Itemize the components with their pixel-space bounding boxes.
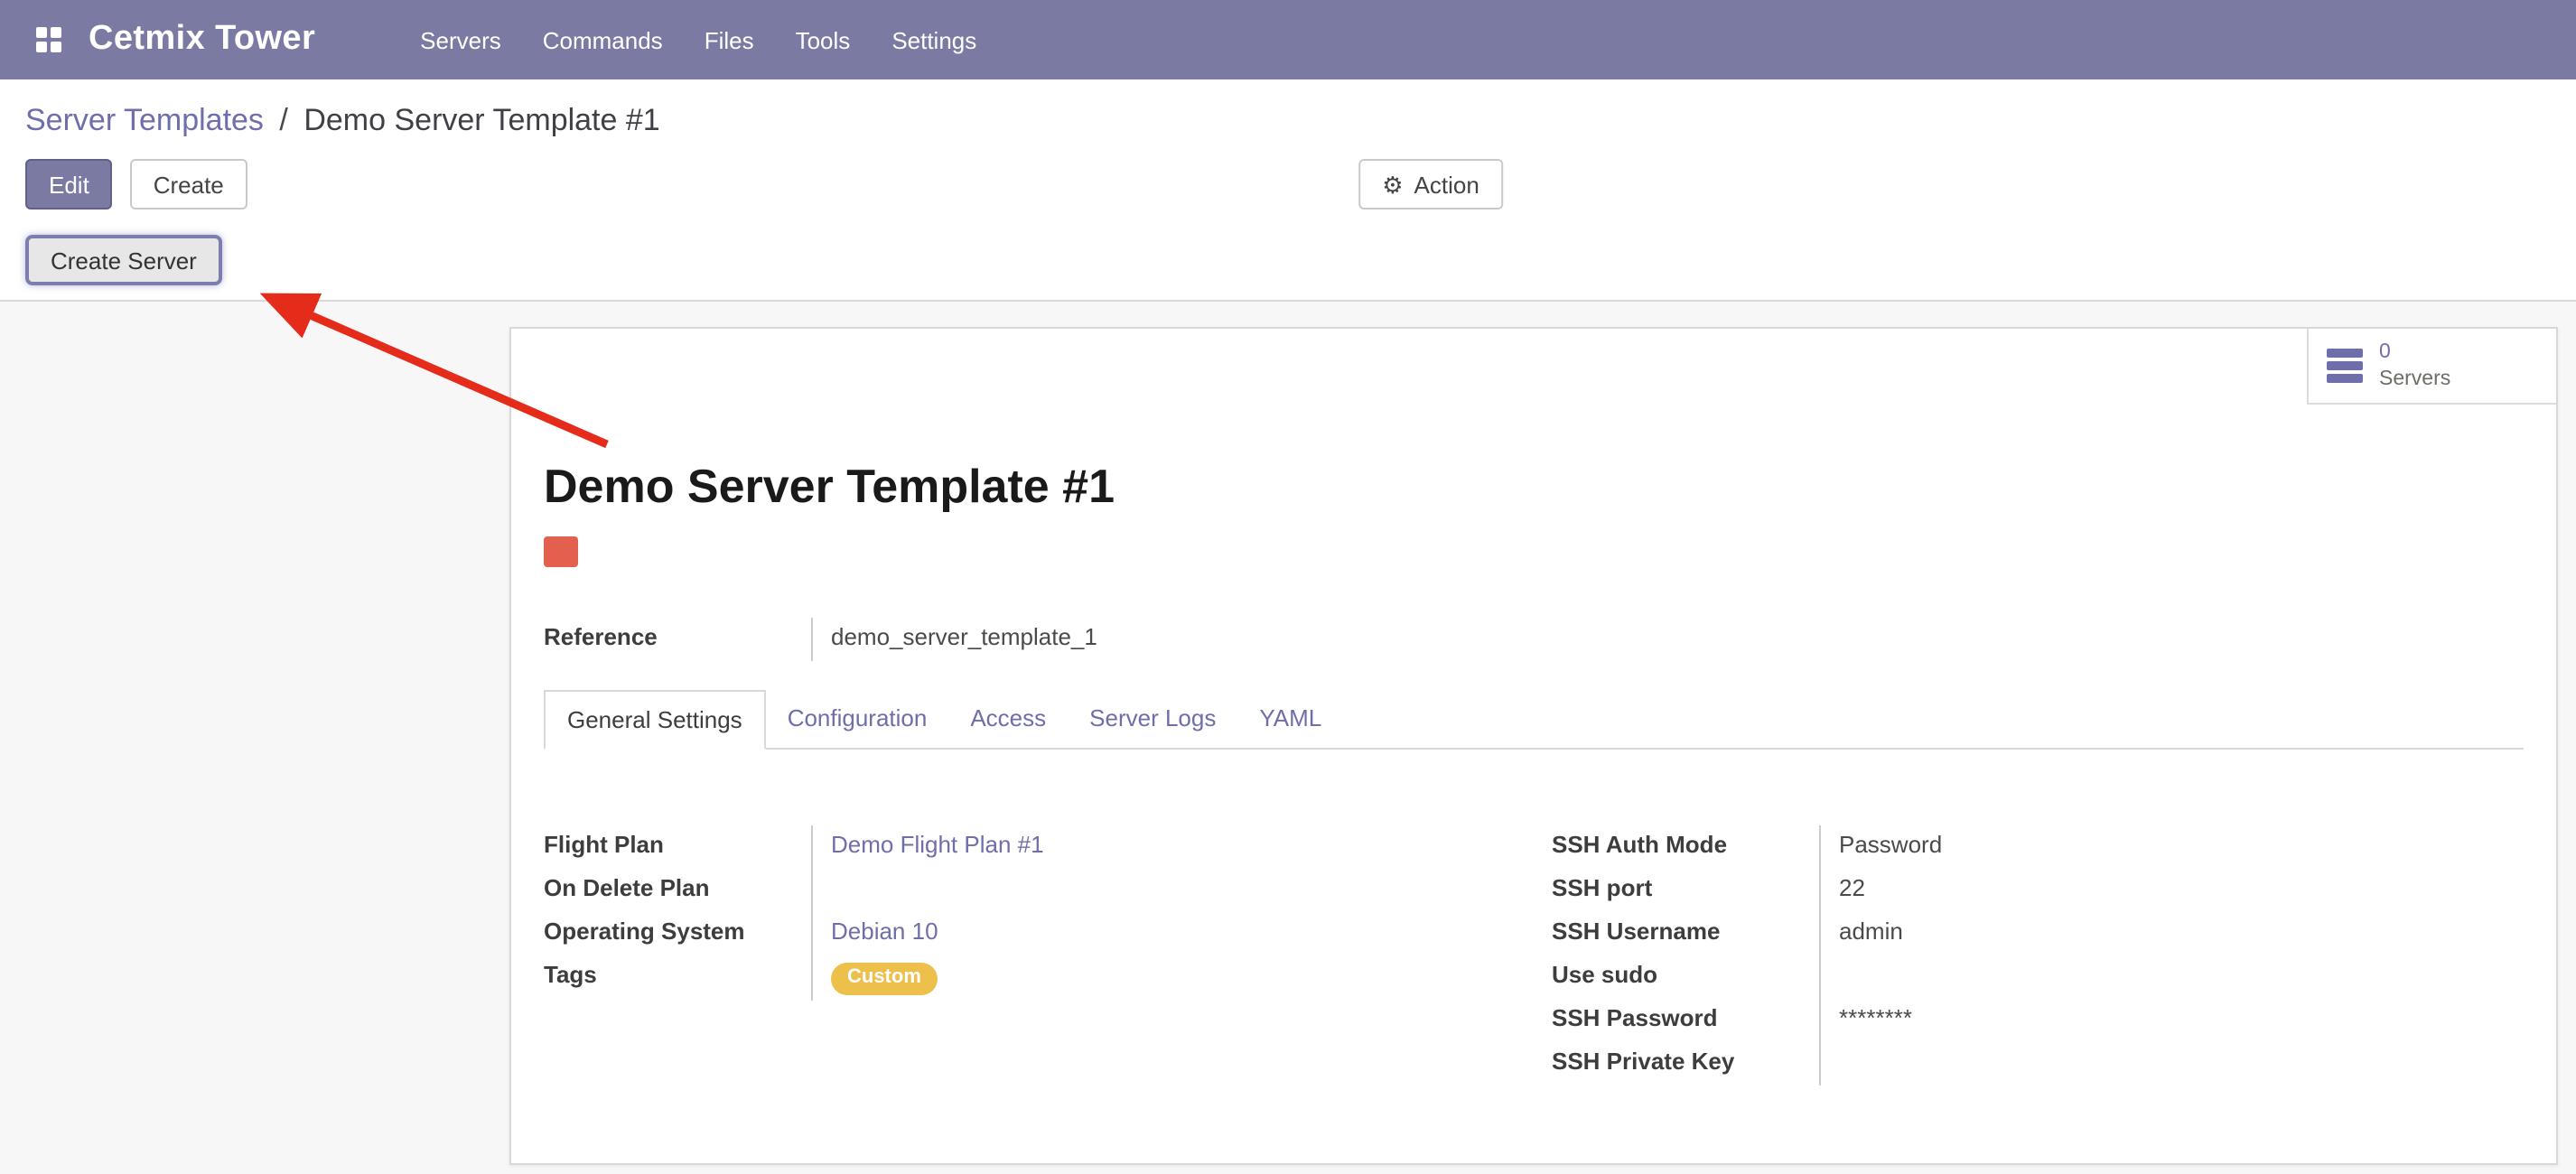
servers-icon [2327, 349, 2363, 383]
servers-stat-text: 0 Servers [2379, 339, 2450, 393]
create-server-row: Create Server [0, 235, 2576, 300]
record-title: Demo Server Template #1 [544, 459, 2524, 513]
tags-label: Tags [544, 955, 811, 1001]
field-ssh-auth-mode: SSH Auth Mode Password [1552, 825, 2524, 869]
reference-value: demo_server_template_1 [811, 618, 1535, 661]
field-tags: Tags Custom [544, 955, 1516, 1001]
apps-grid-icon[interactable] [25, 16, 72, 63]
nav-item-files[interactable]: Files [701, 19, 758, 61]
apps-grid-square [36, 42, 47, 52]
nav-menu: Servers Commands Files Tools Settings [416, 19, 980, 61]
stat-button-box: 0 Servers [511, 329, 2556, 405]
breadcrumb-parent-link[interactable]: Server Templates [25, 103, 264, 137]
field-on-delete-plan: On Delete Plan [544, 869, 1516, 912]
tab-general-settings[interactable]: General Settings [544, 690, 766, 750]
left-field-group: Flight Plan Demo Flight Plan #1 On Delet… [544, 825, 1516, 1085]
gear-icon: ⚙ [1382, 172, 1403, 196]
apps-grid-square [51, 27, 61, 38]
servers-count-label: Servers [2379, 366, 2450, 393]
ssh-private-key-label: SSH Private Key [1552, 1042, 1819, 1085]
ssh-username-value: admin [1819, 912, 2524, 955]
ssh-password-label: SSH Password [1552, 999, 1819, 1042]
ssh-private-key-value [1819, 1042, 2524, 1085]
breadcrumb-separator: / [279, 103, 287, 137]
control-panel: Server Templates / Demo Server Template … [0, 79, 2576, 302]
ssh-port-label: SSH port [1552, 869, 1819, 912]
field-ssh-password: SSH Password ******** [1552, 999, 2524, 1042]
apps-grid-square [51, 42, 61, 52]
ssh-auth-mode-label: SSH Auth Mode [1552, 825, 1819, 869]
flight-plan-value: Demo Flight Plan #1 [811, 825, 1516, 869]
ssh-auth-mode-value: Password [1819, 825, 2524, 869]
field-ssh-port: SSH port 22 [1552, 869, 2524, 912]
tag-custom: Custom [831, 963, 938, 995]
field-ssh-private-key: SSH Private Key [1552, 1042, 2524, 1085]
tags-value: Custom [811, 955, 1516, 1001]
record-sheet: 0 Servers Demo Server Template #1 Refere… [509, 327, 2558, 1165]
servers-stat-button[interactable]: 0 Servers [2307, 329, 2556, 405]
notebook-tabs: General Settings Configuration Access Se… [544, 690, 2524, 750]
content-area: 0 Servers Demo Server Template #1 Refere… [0, 302, 2576, 1174]
use-sudo-value [1819, 955, 2524, 999]
field-flight-plan: Flight Plan Demo Flight Plan #1 [544, 825, 1516, 869]
action-button-row: Edit Create ⚙ Action [0, 159, 2576, 210]
breadcrumb: Server Templates / Demo Server Template … [0, 79, 2576, 141]
brand-title[interactable]: Cetmix Tower [89, 20, 315, 60]
operating-system-label: Operating System [544, 912, 811, 955]
action-menu-label: Action [1414, 171, 1479, 198]
tab-access[interactable]: Access [948, 690, 1068, 750]
nav-item-servers[interactable]: Servers [416, 19, 505, 61]
create-button[interactable]: Create [130, 159, 247, 210]
servers-count: 0 [2379, 339, 2450, 366]
ssh-password-value: ******** [1819, 999, 2524, 1042]
flight-plan-link[interactable]: Demo Flight Plan #1 [831, 831, 1044, 858]
top-navbar: Cetmix Tower Servers Commands Files Tool… [0, 0, 2576, 79]
general-settings-form: Flight Plan Demo Flight Plan #1 On Delet… [544, 825, 2524, 1085]
flight-plan-label: Flight Plan [544, 825, 811, 869]
field-reference: Reference demo_server_template_1 [544, 618, 1535, 661]
right-field-group: SSH Auth Mode Password SSH port 22 SSH U… [1552, 825, 2524, 1085]
apps-grid-square [36, 27, 47, 38]
create-server-button[interactable]: Create Server [25, 235, 222, 285]
edit-button[interactable]: Edit [25, 159, 113, 210]
reference-label: Reference [544, 618, 811, 661]
sheet-body: Demo Server Template #1 Reference demo_s… [511, 405, 2556, 1122]
color-swatch [544, 536, 578, 567]
app-viewport: Cetmix Tower Servers Commands Files Tool… [0, 0, 2576, 1174]
field-operating-system: Operating System Debian 10 [544, 912, 1516, 955]
action-menu-button[interactable]: ⚙ Action [1358, 159, 1503, 210]
ssh-username-label: SSH Username [1552, 912, 1819, 955]
tab-server-logs[interactable]: Server Logs [1068, 690, 1237, 750]
use-sudo-label: Use sudo [1552, 955, 1819, 999]
field-use-sudo: Use sudo [1552, 955, 2524, 999]
breadcrumb-current: Demo Server Template #1 [303, 103, 659, 137]
nav-item-commands[interactable]: Commands [539, 19, 667, 61]
nav-item-settings[interactable]: Settings [888, 19, 980, 61]
ssh-port-value: 22 [1819, 869, 2524, 912]
field-ssh-username: SSH Username admin [1552, 912, 2524, 955]
tab-configuration[interactable]: Configuration [766, 690, 949, 750]
tab-yaml[interactable]: YAML [1237, 690, 1343, 750]
operating-system-link[interactable]: Debian 10 [831, 918, 938, 945]
on-delete-plan-value [811, 869, 1516, 912]
nav-item-tools[interactable]: Tools [792, 19, 854, 61]
on-delete-plan-label: On Delete Plan [544, 869, 811, 912]
operating-system-value: Debian 10 [811, 912, 1516, 955]
